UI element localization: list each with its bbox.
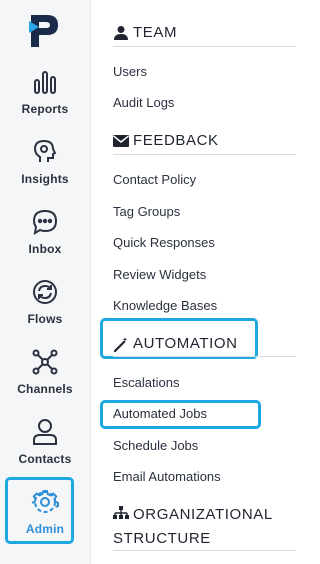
nav-reports[interactable]: Reports xyxy=(0,68,90,138)
nav-contacts-label: Contacts xyxy=(18,452,72,466)
section-feedback-heading: FEEDBACK xyxy=(113,132,219,149)
nav-channels[interactable]: Channels xyxy=(0,348,90,418)
divider xyxy=(113,154,296,155)
menu-item-knowledge-bases[interactable]: Knowledge Bases xyxy=(113,298,217,313)
divider xyxy=(113,550,296,551)
nav-reports-label: Reports xyxy=(21,102,69,116)
sync-icon xyxy=(33,280,57,304)
nav-flows-label: Flows xyxy=(27,312,63,326)
head-bulb-icon xyxy=(33,139,57,162)
envelope-icon xyxy=(113,133,129,149)
nav-inbox[interactable]: Inbox xyxy=(0,208,90,278)
section-automation-heading: AUTOMATION xyxy=(113,335,238,352)
menu-item-tag-groups[interactable]: Tag Groups xyxy=(113,204,180,219)
nav-insights[interactable]: Insights xyxy=(0,138,90,208)
divider xyxy=(113,356,296,357)
section-team-title: TEAM xyxy=(133,24,178,41)
menu-item-escalations[interactable]: Escalations xyxy=(113,375,179,390)
app-logo[interactable] xyxy=(27,13,61,49)
user-solid-icon xyxy=(113,25,129,41)
menu-item-contact-policy[interactable]: Contact Policy xyxy=(113,172,196,187)
section-org-title-line2: STRUCTURE xyxy=(113,530,211,547)
sidebar-rail: Reports Insights Inbox Flows Channels Co… xyxy=(0,0,91,564)
section-automation-title: AUTOMATION xyxy=(133,335,238,352)
section-org-title-line1: ORGANIZATIONAL xyxy=(133,506,273,523)
admin-highlight xyxy=(5,477,74,544)
nav-channels-label: Channels xyxy=(17,382,73,396)
menu-item-quick-responses[interactable]: Quick Responses xyxy=(113,235,215,250)
menu-item-users[interactable]: Users xyxy=(113,64,147,79)
section-feedback-title: FEEDBACK xyxy=(133,132,219,149)
menu-item-schedule-jobs[interactable]: Schedule Jobs xyxy=(113,438,198,453)
menu-item-review-widgets[interactable]: Review Widgets xyxy=(113,267,206,282)
network-icon xyxy=(32,349,58,375)
admin-menu-panel: TEAM Users Audit Logs FEEDBACK Contact P… xyxy=(90,0,316,564)
nav-inbox-label: Inbox xyxy=(28,242,62,256)
menu-item-email-automations[interactable]: Email Automations xyxy=(113,469,221,484)
chat-bubble-icon xyxy=(32,209,58,235)
menu-item-automated-jobs[interactable]: Automated Jobs xyxy=(113,406,207,421)
bar-chart-icon xyxy=(34,71,56,94)
nav-insights-label: Insights xyxy=(21,172,69,186)
divider xyxy=(113,46,296,47)
nav-flows[interactable]: Flows xyxy=(0,278,90,348)
section-team-heading: TEAM xyxy=(113,24,177,41)
magic-wand-icon xyxy=(113,336,129,352)
menu-item-audit-logs[interactable]: Audit Logs xyxy=(113,95,174,110)
section-org-heading: ORGANIZATIONAL STRUCTURE xyxy=(113,503,273,551)
sitemap-icon xyxy=(113,504,129,519)
user-icon xyxy=(33,419,57,445)
